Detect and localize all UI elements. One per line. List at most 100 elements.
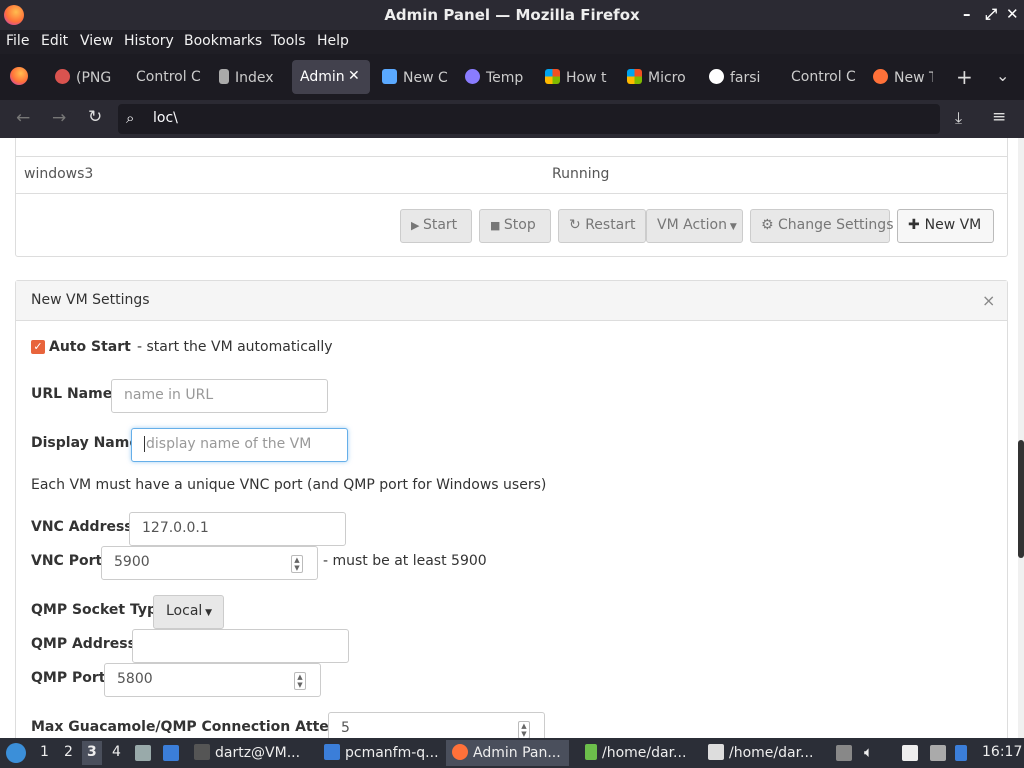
network-icon[interactable] xyxy=(930,745,946,761)
max-connection-attempts-input[interactable]: 5 ▲ ▼ xyxy=(328,712,545,738)
tab-control-1[interactable]: Control C xyxy=(136,60,208,94)
url-name-input[interactable]: name in URL xyxy=(111,379,328,413)
scrollbar-thumb[interactable] xyxy=(1018,440,1024,558)
page-scrollbar[interactable] xyxy=(1018,138,1024,738)
tab-temp[interactable]: Temp xyxy=(465,60,533,94)
change-settings-button[interactable]: ⚙ Change Settings xyxy=(750,209,894,243)
search-icon: ⌕ xyxy=(126,109,135,127)
new-vm-label: New VM xyxy=(924,217,982,233)
vm-list-panel: windows3 Running ▶ Start ■ Stop ↻ Restar… xyxy=(15,138,1008,257)
editor-icon xyxy=(708,744,724,760)
taskbar-item-home-1[interactable]: /home/dar... xyxy=(585,744,686,761)
vnc-port-note: - must be at least 5900 xyxy=(323,553,487,569)
start-menu-icon[interactable] xyxy=(6,743,26,763)
restart-label: Restart xyxy=(585,217,636,233)
menu-history[interactable]: History xyxy=(124,33,174,49)
reload-icon[interactable]: ↻ xyxy=(88,107,102,127)
vnc-address-input[interactable]: 127.0.0.1 xyxy=(129,512,346,546)
qmp-port-input[interactable]: 5800 ▲ ▼ xyxy=(104,663,321,697)
taskbar-item-home-2[interactable]: /home/dar... xyxy=(708,744,813,761)
menu-bookmarks[interactable]: Bookmarks xyxy=(184,33,262,49)
vm-action-dropdown[interactable]: VM Action ▼ xyxy=(646,209,743,243)
tab-label: Control C xyxy=(791,69,856,85)
change-settings-label: Change Settings xyxy=(778,217,894,233)
workspace-3-active[interactable]: 3 xyxy=(82,741,102,765)
puzzle-icon xyxy=(382,69,397,84)
tab-png[interactable]: (PNG xyxy=(55,60,127,94)
clipboard-icon[interactable] xyxy=(902,745,918,761)
play-icon: ▶ xyxy=(411,219,423,232)
menu-edit[interactable]: Edit xyxy=(41,33,68,49)
tab-micro[interactable]: Micro xyxy=(627,60,695,94)
new-vm-button[interactable]: ✚ New VM xyxy=(897,209,994,243)
spinner-arrows-icon[interactable]: ▲ ▼ xyxy=(294,672,306,690)
tab-label: Admin xyxy=(300,69,345,85)
menu-tools[interactable]: Tools xyxy=(271,33,306,49)
tab-control-2[interactable]: Control C xyxy=(791,60,863,94)
row-divider xyxy=(16,156,1007,157)
firefox-view-icon[interactable] xyxy=(10,67,28,85)
folder-icon xyxy=(324,744,340,760)
forward-arrow-icon[interactable]: → xyxy=(52,108,66,128)
tab-new-c[interactable]: New C xyxy=(382,60,448,94)
vnc-port-input[interactable]: 5900 ▲ ▼ xyxy=(101,546,318,580)
panel-close-icon[interactable]: × xyxy=(982,291,995,310)
new-tab-plus-icon[interactable]: + xyxy=(956,65,973,89)
address-bar[interactable]: ⌕ loc\ xyxy=(118,104,940,134)
download-icon[interactable]: ⤓ xyxy=(955,108,962,128)
page-content: windows3 Running ▶ Start ■ Stop ↻ Restar… xyxy=(0,138,1020,738)
menubar: File Edit View History Bookmarks Tools H… xyxy=(0,30,1024,54)
text-file-icon xyxy=(585,744,597,760)
spinner-arrows-icon[interactable]: ▲ ▼ xyxy=(518,721,530,738)
back-arrow-icon[interactable]: ← xyxy=(16,108,30,128)
text-cursor xyxy=(144,436,145,452)
taskbar-item-pcmanfm[interactable]: pcmanfm-q... xyxy=(324,744,439,761)
terminal-icon xyxy=(194,744,210,760)
tab-list-chevron-icon[interactable]: ⌄ xyxy=(996,66,1009,85)
minimize-icon[interactable]: – xyxy=(963,5,971,23)
workspace-1[interactable]: 1 xyxy=(40,744,49,760)
qmp-socket-type-dropdown[interactable]: Local ▼ xyxy=(153,595,224,629)
menu-view[interactable]: View xyxy=(80,33,113,49)
desktop-icon[interactable] xyxy=(163,745,179,761)
tab-label: (PNG xyxy=(76,70,112,86)
spinner-arrows-icon[interactable]: ▲ ▼ xyxy=(291,555,303,573)
clock: 16:17 xyxy=(982,744,1023,760)
panel-heading: New VM Settings × xyxy=(16,281,1007,321)
hamburger-menu-icon[interactable]: ≡ xyxy=(992,107,1006,127)
taskbar-item-firefox-active[interactable]: Admin Pan... xyxy=(446,740,569,766)
menu-help[interactable]: Help xyxy=(317,33,349,49)
file-manager-icon[interactable] xyxy=(135,745,151,761)
qmp-address-input[interactable] xyxy=(132,629,349,663)
volume-icon[interactable]: 🔈︎ xyxy=(864,743,873,761)
tab-farsi[interactable]: farsi xyxy=(709,60,777,94)
stop-button[interactable]: ■ Stop xyxy=(479,209,551,243)
menu-file[interactable]: File xyxy=(6,33,29,49)
restart-button[interactable]: ↻ Restart xyxy=(558,209,646,243)
taskbar: 1 2 3 4 dartz@VM... pcmanfm-q... Admin P… xyxy=(0,738,1024,768)
tray-app-icon[interactable] xyxy=(836,745,852,761)
taskbar-item-terminal[interactable]: dartz@VM... xyxy=(194,744,300,761)
stop-icon: ■ xyxy=(490,219,504,232)
vnc-unique-note: Each VM must have a unique VNC port (and… xyxy=(31,477,547,493)
tab-how[interactable]: How t xyxy=(545,60,613,94)
tab-index[interactable]: Index xyxy=(219,60,285,94)
plus-icon: ✚ xyxy=(908,217,925,233)
workspace-4[interactable]: 4 xyxy=(112,744,121,760)
start-button[interactable]: ▶ Start xyxy=(400,209,472,243)
microsoft-icon xyxy=(627,69,642,84)
tab-close-icon[interactable]: ✕ xyxy=(348,68,360,84)
close-icon[interactable]: ✕ xyxy=(1006,5,1019,23)
maximize-icon[interactable]: ⤢ xyxy=(985,5,997,23)
workspace-2[interactable]: 2 xyxy=(64,744,73,760)
bluetooth-icon[interactable] xyxy=(955,745,967,761)
vm-action-label: VM Action xyxy=(657,217,727,233)
firefox-icon xyxy=(873,69,888,84)
tab-new-t[interactable]: New T xyxy=(873,60,933,94)
tab-admin[interactable]: Admin ✕ xyxy=(292,60,370,94)
address-input[interactable]: loc\ xyxy=(153,110,178,126)
auto-start-checkbox[interactable]: ✓ xyxy=(31,340,45,354)
display-name-input[interactable]: display name of the VM xyxy=(131,428,348,462)
max-connection-attempts-label: Max Guacamole/QMP Connection Attempts: xyxy=(31,719,375,735)
vm-row-name[interactable]: windows3 xyxy=(24,166,93,182)
